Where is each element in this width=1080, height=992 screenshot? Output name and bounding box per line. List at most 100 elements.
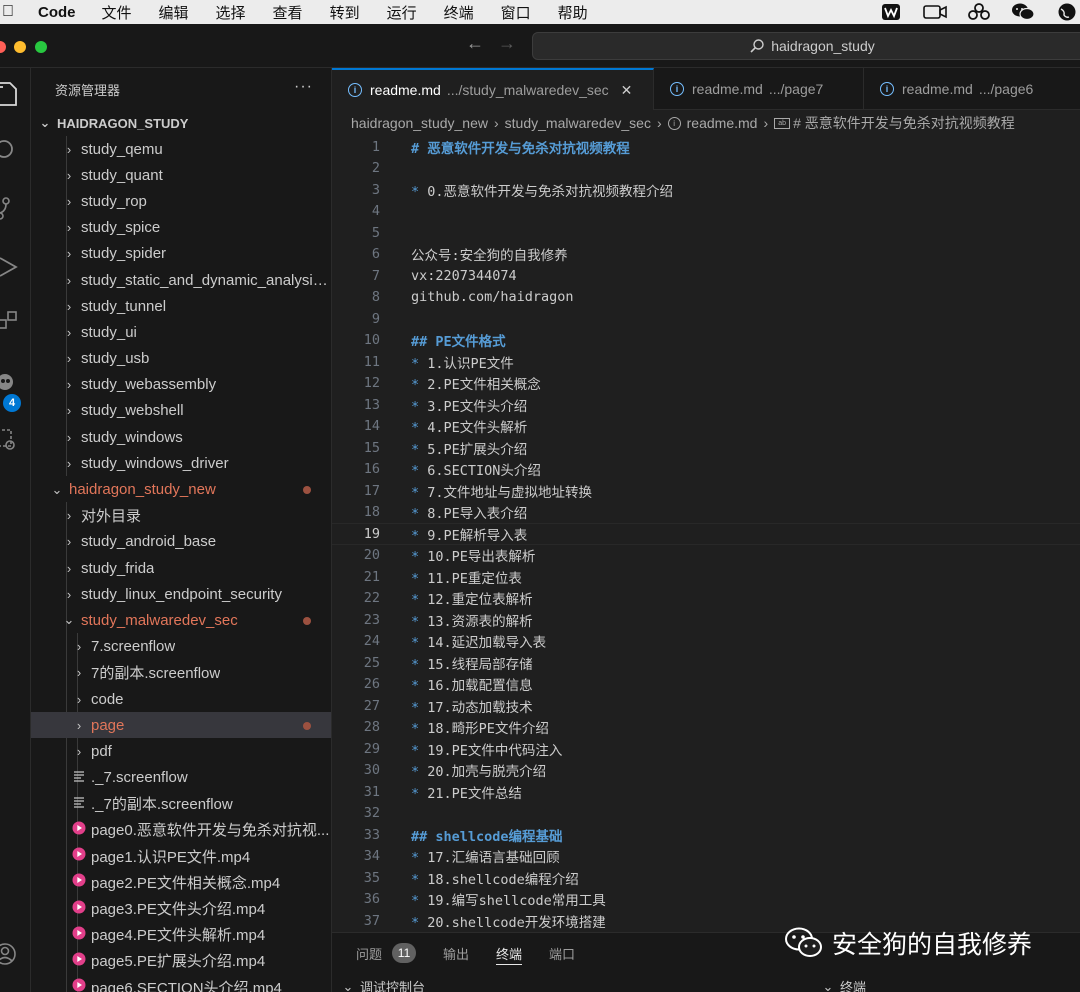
tree-folder-item[interactable]: › study_usb: [31, 346, 331, 372]
command-center-search[interactable]: haidragon_study: [532, 32, 1080, 60]
code-line[interactable]: 4: [332, 201, 1080, 223]
tree-file-item[interactable]: page0.恶意软件开发与免杀对抗视...: [31, 817, 331, 843]
panel-tab-ports[interactable]: 端口: [549, 933, 575, 973]
remote-explorer-icon[interactable]: [0, 426, 22, 454]
code-line[interactable]: 6 公众号:安全狗的自我修养: [332, 244, 1080, 266]
code-line[interactable]: 23 * 13.资源表的解析: [332, 609, 1080, 631]
tree-file-item[interactable]: page2.PE文件相关概念.mp4: [31, 869, 331, 895]
wps-icon[interactable]: [878, 2, 904, 22]
tree-file-item[interactable]: page5.PE扩展头介绍.mp4: [31, 948, 331, 974]
panel-tab-output[interactable]: 输出: [443, 933, 469, 973]
tab-readme-page7[interactable]: i readme.md .../page7: [654, 68, 864, 110]
wechat-icon[interactable]: [1010, 2, 1036, 22]
code-line[interactable]: 21 * 11.PE重定位表: [332, 566, 1080, 588]
tree-folder-item[interactable]: › code: [31, 686, 331, 712]
explorer-icon[interactable]: [0, 80, 22, 108]
tree-folder-item[interactable]: › study_ui: [31, 319, 331, 345]
code-line[interactable]: 9: [332, 308, 1080, 330]
terminal-section[interactable]: ⌄ 终端: [820, 977, 866, 992]
code-line[interactable]: 20 * 10.PE导出表解析: [332, 545, 1080, 567]
menu-view[interactable]: 查看: [273, 2, 303, 23]
tab-readme-page6[interactable]: i readme.md .../page6: [864, 68, 1080, 110]
run-debug-icon[interactable]: [0, 253, 22, 281]
tree-folder-item[interactable]: › page: [31, 712, 331, 739]
code-line[interactable]: 5: [332, 222, 1080, 244]
tree-file-item[interactable]: page6.SECTION头介绍.mp4: [31, 974, 331, 992]
menu-terminal[interactable]: 终端: [444, 2, 474, 23]
panel-tab-problems[interactable]: 问题 11: [356, 933, 417, 973]
tree-folder-item[interactable]: › study_spider: [31, 241, 331, 267]
code-line[interactable]: 10 ## PE文件格式: [332, 330, 1080, 352]
tree-folder-item[interactable]: ⌄ study_malwaredev_sec: [31, 607, 331, 633]
copilot-icon[interactable]: [0, 368, 22, 396]
code-line[interactable]: 30 * 20.加壳与脱壳介绍: [332, 760, 1080, 782]
tree-file-item[interactable]: ._7的副本.screenflow: [31, 791, 331, 817]
code-line[interactable]: 27 * 17.动态加载技术: [332, 695, 1080, 717]
tab-readme-malwaredev[interactable]: i readme.md .../study_malwaredev_sec ✕: [332, 68, 654, 110]
more-actions-icon[interactable]: ···: [294, 78, 313, 96]
tree-folder-item[interactable]: › 7.screenflow: [31, 634, 331, 660]
code-line[interactable]: 33 ## shellcode编程基础: [332, 824, 1080, 846]
close-tab-icon[interactable]: ✕: [621, 82, 633, 99]
code-line[interactable]: 34 * 17.汇编语言基础回顾: [332, 846, 1080, 868]
code-line[interactable]: 18 * 8.PE导入表介绍: [332, 502, 1080, 524]
code-line[interactable]: 3 * 0.恶意软件开发与免杀对抗视频教程介绍: [332, 179, 1080, 201]
code-line[interactable]: 16 * 6.SECTION头介绍: [332, 459, 1080, 481]
forward-arrow-icon[interactable]: →: [498, 33, 516, 54]
code-line[interactable]: 2: [332, 158, 1080, 180]
menu-selection[interactable]: 选择: [216, 2, 246, 23]
tree-file-item[interactable]: page4.PE文件头解析.mp4: [31, 922, 331, 948]
code-line[interactable]: 11 * 1.认识PE文件: [332, 351, 1080, 373]
code-line[interactable]: 24 * 14.延迟加载导入表: [332, 631, 1080, 653]
tree-folder-item[interactable]: › study_tunnel: [31, 293, 331, 319]
workspace-root[interactable]: ⌄ HAIDRAGON_STUDY: [31, 110, 331, 136]
code-line[interactable]: 31 * 21.PE文件总结: [332, 781, 1080, 803]
breadcrumb-item[interactable]: # 恶意软件开发与免杀对抗视频教程: [793, 113, 1015, 133]
code-line[interactable]: 29 * 19.PE文件中代码注入: [332, 738, 1080, 760]
code-line[interactable]: 13 * 3.PE文件头介绍: [332, 394, 1080, 416]
account-icon[interactable]: [0, 940, 22, 968]
code-line[interactable]: 15 * 5.PE扩展头介绍: [332, 437, 1080, 459]
minimize-window-button[interactable]: [14, 41, 26, 53]
globe-icon[interactable]: [1054, 2, 1080, 22]
tree-file-item[interactable]: ._7.screenflow: [31, 765, 331, 791]
tree-folder-item[interactable]: › study_webassembly: [31, 372, 331, 398]
tree-folder-item[interactable]: › study_android_base: [31, 529, 331, 555]
tree-folder-item[interactable]: › study_spice: [31, 215, 331, 241]
code-line[interactable]: 7 vx:2207344074: [332, 265, 1080, 287]
menu-edit[interactable]: 编辑: [159, 2, 189, 23]
tree-folder-item[interactable]: › study_quant: [31, 162, 331, 188]
screen-record-icon[interactable]: [922, 2, 948, 22]
tree-folder-item[interactable]: › study_qemu: [31, 136, 331, 162]
code-line[interactable]: 1 # 恶意软件开发与免杀对抗视频教程: [332, 136, 1080, 158]
code-line[interactable]: 19 * 9.PE解析导入表: [332, 523, 1080, 545]
tree-folder-item[interactable]: › study_windows_driver: [31, 450, 331, 476]
code-line[interactable]: 14 * 4.PE文件头解析: [332, 416, 1080, 438]
cloud-sync-icon[interactable]: [966, 2, 992, 22]
code-line[interactable]: 17 * 7.文件地址与虚拟地址转换: [332, 480, 1080, 502]
tree-folder-item[interactable]: › study_rop: [31, 188, 331, 214]
panel-tab-terminal[interactable]: 终端: [496, 933, 523, 973]
breadcrumb-item[interactable]: haidragon_study_new: [351, 115, 488, 131]
tree-folder-item[interactable]: › 对外目录: [31, 503, 331, 529]
code-line[interactable]: 26 * 16.加载配置信息: [332, 674, 1080, 696]
tree-file-item[interactable]: page1.认识PE文件.mp4: [31, 843, 331, 869]
breadcrumb-item[interactable]: readme.md: [687, 115, 758, 131]
apple-icon[interactable]: : [2, 3, 16, 21]
menu-window[interactable]: 窗口: [501, 2, 531, 23]
search-sidebar-icon[interactable]: [0, 136, 22, 164]
tree-folder-item[interactable]: ⌄ haidragon_study_new: [31, 476, 331, 502]
tree-file-item[interactable]: page3.PE文件头介绍.mp4: [31, 895, 331, 921]
code-line[interactable]: 8 github.com/haidragon: [332, 287, 1080, 309]
tree-folder-item[interactable]: › 7的副本.screenflow: [31, 660, 331, 686]
code-editor[interactable]: 1 # 恶意软件开发与免杀对抗视频教程 2 3 * 0.恶意软件开发与免杀对抗视频教程介…: [332, 136, 1080, 932]
tree-folder-item[interactable]: › study_static_and_dynamic_analysis...: [31, 267, 331, 293]
tree-folder-item[interactable]: › study_webshell: [31, 398, 331, 424]
app-menu[interactable]: Code: [38, 4, 76, 21]
tree-folder-item[interactable]: › study_windows: [31, 424, 331, 450]
menu-help[interactable]: 帮助: [558, 2, 588, 23]
code-line[interactable]: 32: [332, 803, 1080, 825]
breadcrumb-item[interactable]: study_malwaredev_sec: [505, 115, 651, 131]
code-line[interactable]: 12 * 2.PE文件相关概念: [332, 373, 1080, 395]
extensions-icon[interactable]: [0, 308, 22, 336]
